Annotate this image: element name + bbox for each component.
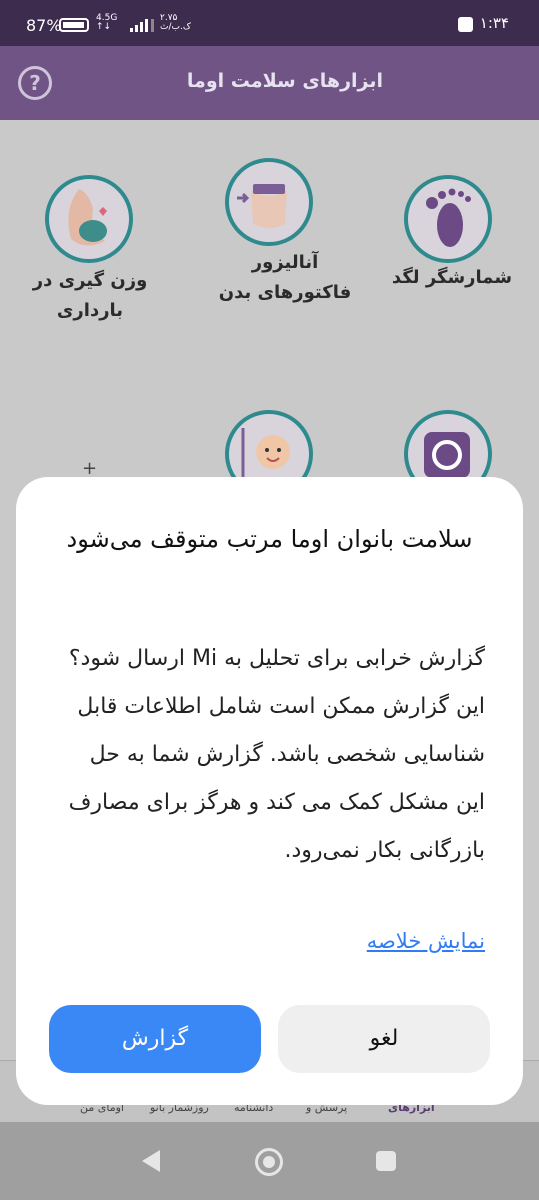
notification-icon <box>458 17 473 32</box>
signal-icon <box>130 19 154 32</box>
tool-label-pregnancy-weight[interactable]: وزن گیری در بارداری <box>0 266 180 326</box>
help-icon[interactable]: ? <box>18 66 52 100</box>
body-measure-icon[interactable] <box>225 158 313 246</box>
dialog-title: سلامت بانوان اوما مرتب متوقف می‌شود <box>66 525 473 553</box>
footprint-icon[interactable] <box>404 175 492 263</box>
network-type: 4.5G ↑↓ <box>96 13 118 32</box>
pregnancy-icon[interactable] <box>45 175 133 263</box>
body-measure-icon <box>237 184 287 228</box>
system-navigation-bar <box>0 1122 539 1200</box>
home-icon[interactable] <box>255 1148 283 1176</box>
add-icon[interactable]: + <box>82 458 97 479</box>
tool-label-body-analyzer[interactable]: آنالیزور فاکتورهای بدن <box>205 248 365 308</box>
battery-icon <box>59 18 89 32</box>
report-button[interactable]: گزارش <box>49 1005 261 1073</box>
clock: ۱:۳۴ <box>479 14 509 32</box>
cancel-button[interactable]: لغو <box>278 1005 490 1073</box>
network-speed: ۲.۷۵ ک.ب/ث <box>160 13 191 32</box>
back-icon[interactable] <box>142 1150 160 1172</box>
battery-percent: 87% <box>26 16 62 35</box>
crash-dialog: سلامت بانوان اوما مرتب متوقف می‌شود گزار… <box>16 477 523 1105</box>
tool-label-kick-counter[interactable]: شمارشگر لگد <box>382 263 522 293</box>
footprint-icon <box>426 188 471 247</box>
status-bar: 87% 4.5G ↑↓ ۲.۷۵ ک.ب/ث ۱:۳۴ <box>0 0 539 46</box>
show-summary-link[interactable]: نمایش خلاصه <box>367 929 485 953</box>
page-title: ابزارهای سلامت اوما <box>186 70 383 92</box>
dialog-message: گزارش خرابی برای تحلیل به Mi ارسال شود؟ … <box>68 646 485 863</box>
pregnancy-icon <box>68 189 107 246</box>
recents-icon[interactable] <box>376 1151 396 1171</box>
app-bar: ? ابزارهای سلامت اوما <box>0 46 539 120</box>
